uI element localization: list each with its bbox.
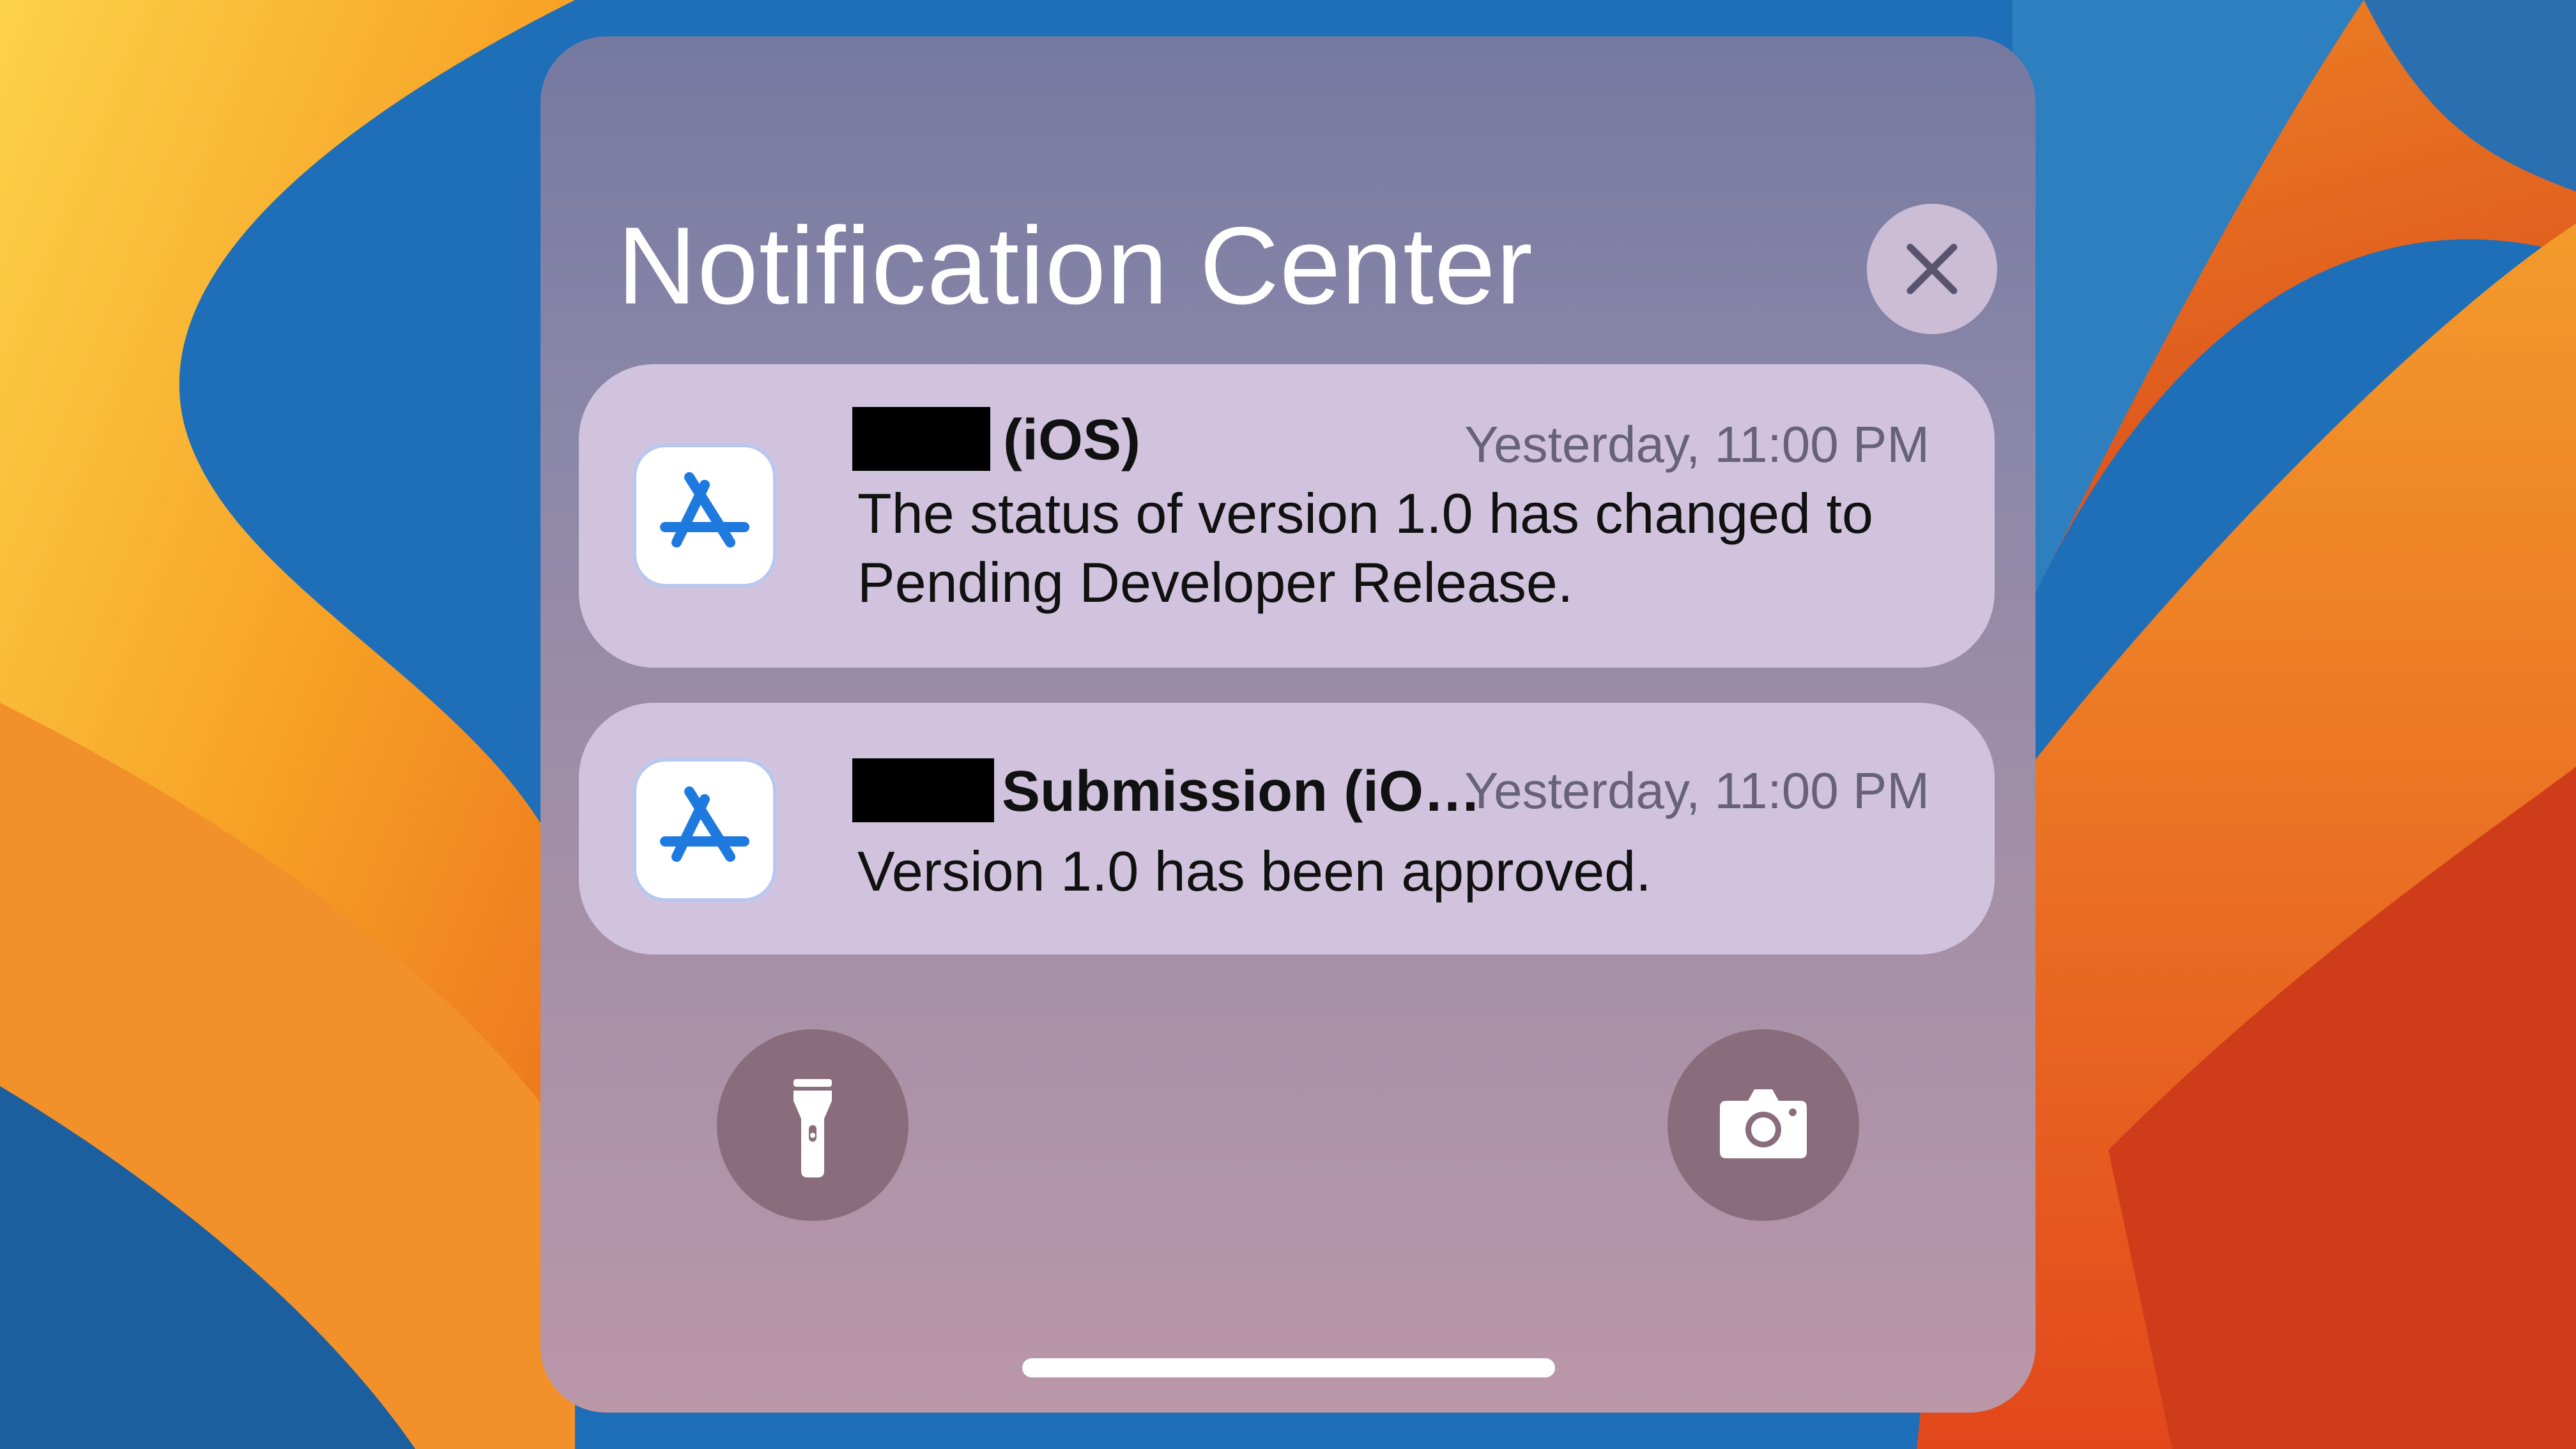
notification-body: The status of version 1.0 has changed to… (857, 482, 1873, 614)
close-icon (1906, 243, 1958, 295)
flashlight-icon (793, 1079, 832, 1177)
redacted-app-name (852, 758, 994, 822)
app-store-connect-icon (632, 443, 777, 588)
camera-button[interactable] (1667, 1029, 1859, 1221)
notification-time: Yesterday, 11:00 PM (1464, 416, 1929, 473)
notification-time: Yesterday, 11:00 PM (1464, 762, 1929, 819)
flashlight-button[interactable] (717, 1029, 908, 1221)
notification-center-title: Notification Center (617, 204, 1533, 327)
home-indicator[interactable] (1022, 1358, 1555, 1377)
app-store-connect-icon (632, 758, 777, 902)
notification-body: Version 1.0 has been approved. (857, 839, 1652, 903)
notification-card[interactable]: (iOS) Yesterday, 11:00 PM The status of … (579, 364, 1995, 668)
notification-title: (iOS) (1003, 408, 1140, 472)
notification-title: Submission (iO… (1002, 760, 1482, 824)
camera-icon (1720, 1089, 1807, 1158)
close-button[interactable] (1867, 204, 1997, 334)
notification-card[interactable]: Submission (iO… Yesterday, 11:00 PM Vers… (579, 703, 1995, 954)
notification-center-panel: Notification Center (iOS) Yesterday, 11:… (540, 36, 2035, 1413)
redacted-app-name (852, 407, 990, 471)
